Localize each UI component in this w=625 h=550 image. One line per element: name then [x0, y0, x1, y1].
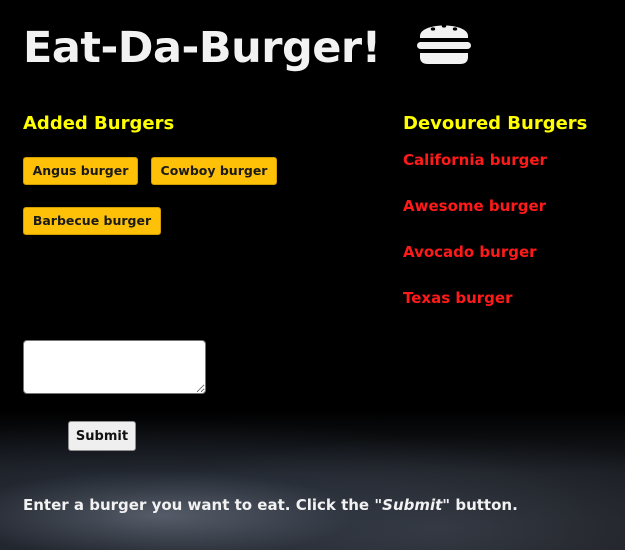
instructions-before: Enter a burger you want to eat. Click th… — [23, 496, 375, 514]
added-burgers-heading: Added Burgers — [23, 113, 175, 134]
instructions-text: Enter a burger you want to eat. Click th… — [23, 496, 518, 514]
devoured-burger-item: California burger — [403, 151, 547, 169]
page-title-text: Eat-Da-Burger! — [23, 22, 381, 73]
instructions-submit-quote: "Submit" — [374, 496, 451, 514]
submit-button[interactable]: Submit — [68, 421, 136, 451]
devoured-burger-item: Avocado burger — [403, 243, 537, 261]
hamburger-icon — [417, 24, 471, 64]
devoured-burger-item: Texas burger — [403, 289, 513, 307]
devoured-burgers-heading: Devoured Burgers — [403, 113, 588, 134]
burger-name-input[interactable] — [23, 340, 206, 394]
devoured-burger-item: Awesome burger — [403, 197, 547, 215]
instructions-after: button. — [450, 496, 518, 514]
devour-barbecue-burger-button[interactable]: Barbecue burger — [23, 207, 161, 235]
page-title: Eat-Da-Burger! — [23, 18, 381, 75]
devour-angus-burger-button[interactable]: Angus burger — [23, 157, 138, 185]
devour-cowboy-burger-button[interactable]: Cowboy burger — [151, 157, 277, 185]
